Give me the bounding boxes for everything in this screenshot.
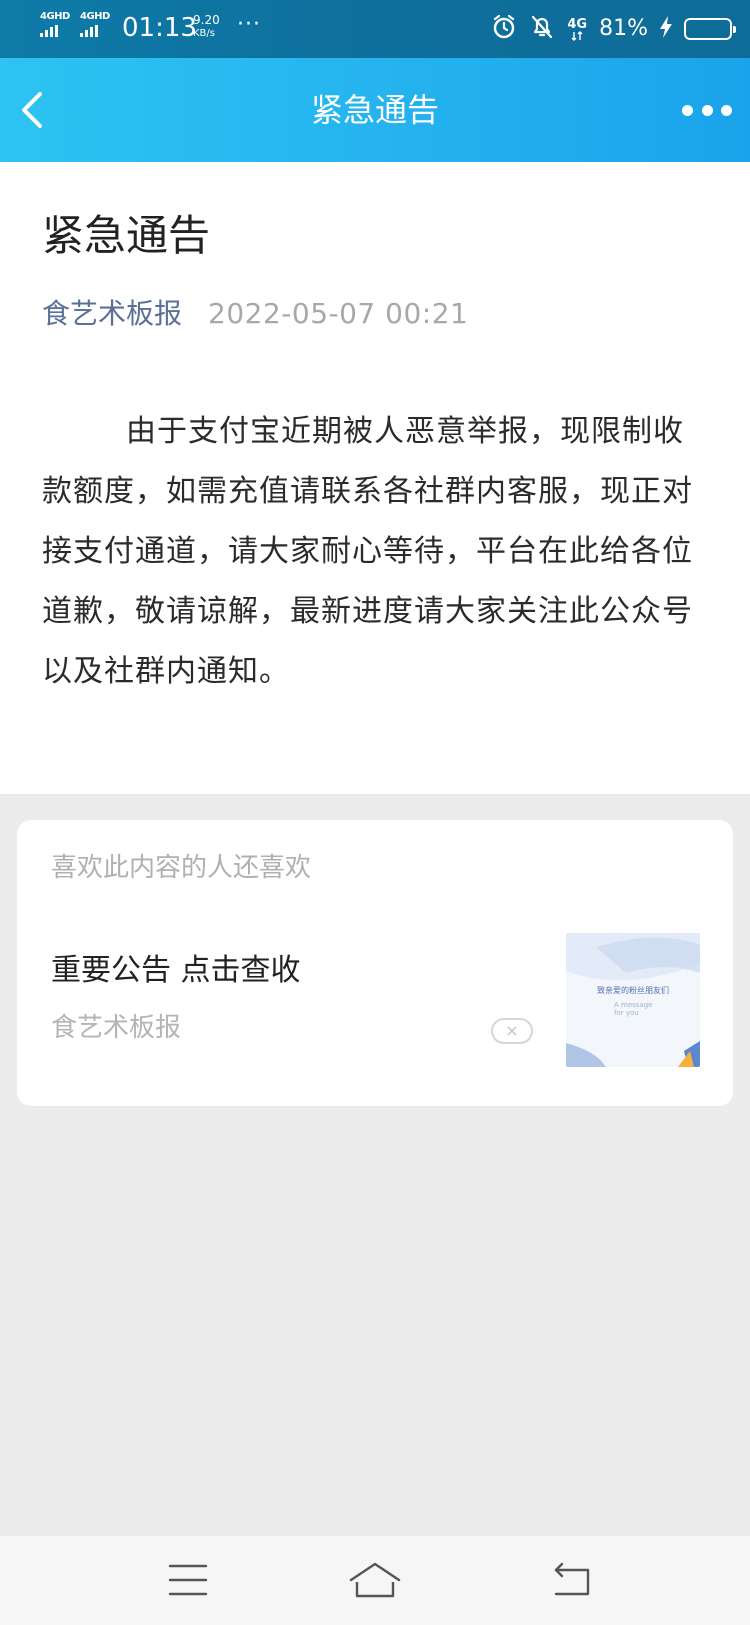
- thumbnail-caption: 致亲爱的粉丝朋友们: [597, 986, 669, 995]
- home-icon: [345, 1562, 405, 1606]
- network-4g-label: 4G: [567, 16, 588, 32]
- recommended-article-thumbnail: 致亲爱的粉丝朋友们 A message for you: [566, 933, 700, 1067]
- alarm-icon: [491, 14, 517, 44]
- recommendation-heading: 喜欢此内容的人还喜欢: [51, 853, 312, 883]
- system-nav-bar: [0, 1536, 750, 1625]
- battery-percent: 81%: [599, 16, 648, 41]
- article-author-link[interactable]: 食艺术板报: [42, 294, 182, 334]
- nav-title: 紧急通告: [310, 91, 439, 129]
- article-title: 紧急通告: [42, 211, 211, 260]
- more-dot: [682, 104, 693, 116]
- signal-1-label: 4GHD: [40, 11, 70, 22]
- menu-icon: [158, 1564, 218, 1606]
- recommendation-card: 喜欢此内容的人还喜欢 重要公告 点击查收 食艺术板报 × 致亲爱的粉丝朋友们 A…: [17, 820, 733, 1106]
- recommended-article-source: 食艺术板报: [51, 1013, 182, 1043]
- article-meta: 食艺术板报 2022-05-07 00:21: [42, 294, 468, 334]
- system-back-button[interactable]: [542, 1558, 602, 1602]
- status-time: 01:13: [122, 13, 197, 43]
- more-dot: [721, 104, 732, 116]
- back-arrow-icon: [542, 1562, 602, 1606]
- more-dot: [701, 104, 713, 116]
- system-home-button[interactable]: [345, 1558, 405, 1602]
- network-speed-unit: KB/s: [193, 28, 215, 39]
- article-body: 由于支付宝近期被人恶意举报，现限制收款额度，如需充值请联系各社群内客服，现正对接…: [42, 414, 693, 689]
- charging-bolt-icon: [660, 16, 672, 42]
- dismiss-button[interactable]: ×: [491, 1018, 533, 1044]
- article: 紧急通告 食艺术板报 2022-05-07 00:21 由于支付宝近期被人恶意举…: [0, 162, 750, 794]
- recommended-article-title: 重要公告 点击查收: [51, 953, 301, 988]
- recommended-article[interactable]: 重要公告 点击查收 食艺术板报 × 致亲爱的粉丝朋友们 A message fo…: [17, 910, 733, 1080]
- more-options-button[interactable]: [682, 92, 732, 128]
- signal-1-icon: 4GHD: [40, 12, 70, 37]
- status-more-dots: ···: [237, 12, 261, 37]
- signal-2-icon: 4GHD: [80, 12, 110, 37]
- status-bar: 4GHD 4GHD 01:13 9.20 KB/s ··· 4G 81%: [0, 0, 750, 58]
- close-icon: ×: [505, 1021, 519, 1040]
- article-date: 2022-05-07 00:21: [208, 297, 469, 330]
- battery-icon: [684, 18, 736, 40]
- nav-bar: 紧急通告: [0, 58, 750, 162]
- signal-2-label: 4GHD: [80, 11, 110, 22]
- system-menu-button[interactable]: [158, 1558, 218, 1602]
- network-4g-icon: 4G: [567, 18, 587, 41]
- network-speed-value: 9.20: [193, 13, 220, 27]
- thumbnail-subcaption: A message for you: [614, 1001, 653, 1017]
- network-speed: 9.20 KB/s: [193, 14, 220, 40]
- mute-bell-icon: [529, 14, 555, 44]
